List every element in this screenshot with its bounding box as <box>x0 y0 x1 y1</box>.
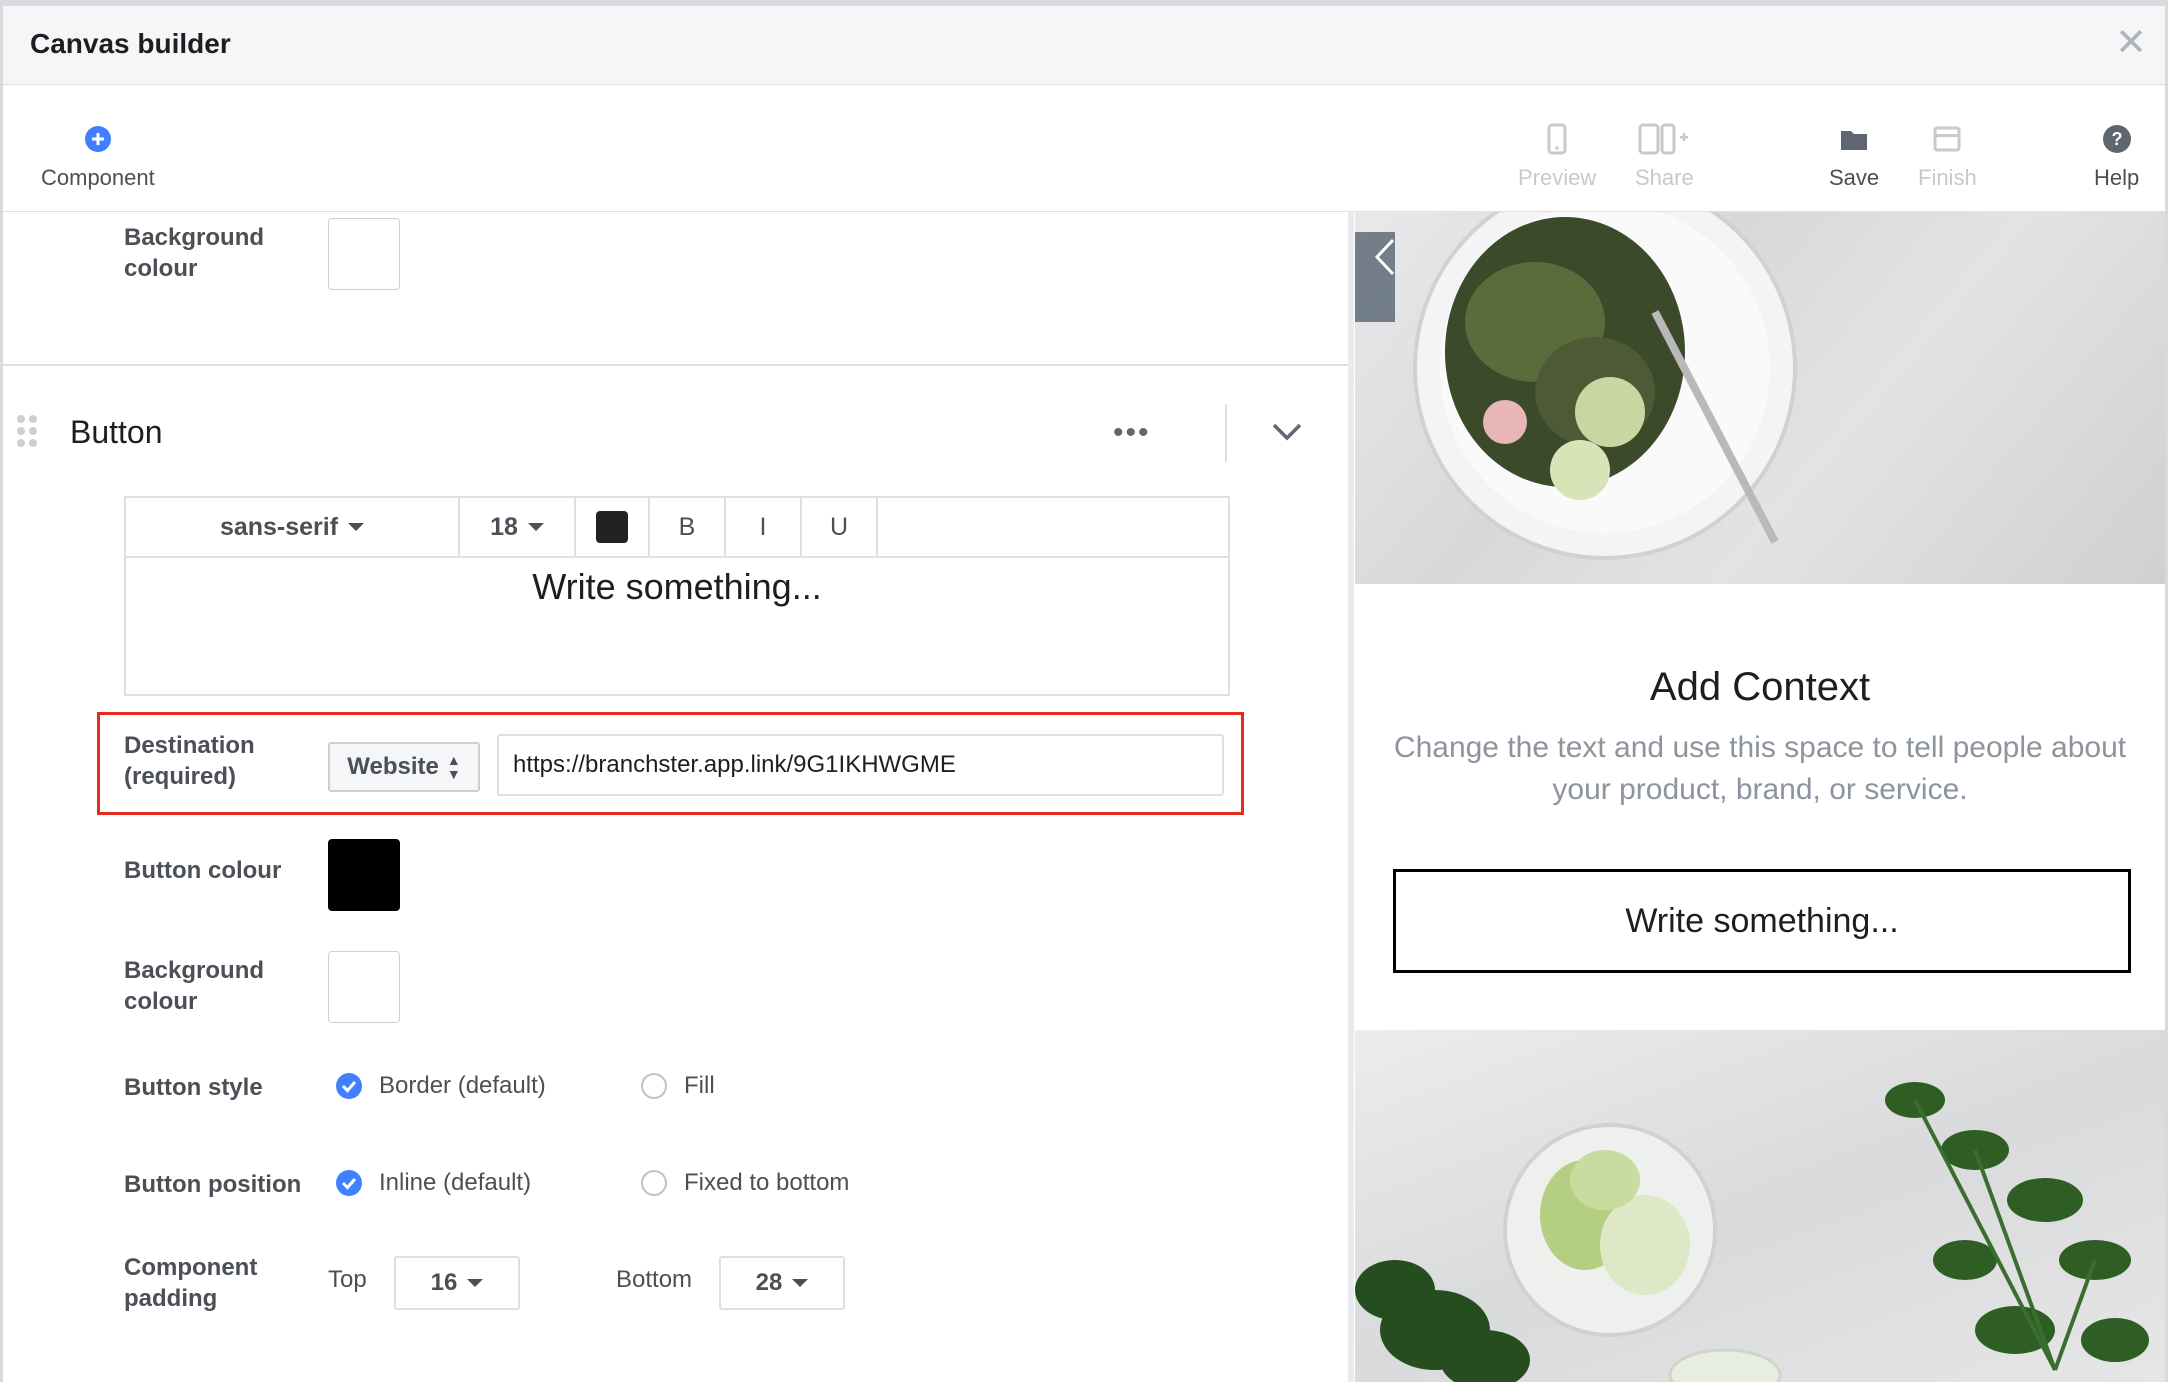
herbs-bowl-image <box>1355 1030 2165 1382</box>
component-label: Component <box>41 165 155 190</box>
padding-bottom-label: Bottom <box>616 1266 693 1293</box>
folder-icon <box>1840 119 1868 159</box>
padding-top-label: Top <box>328 1266 367 1293</box>
chevron-left-icon[interactable] <box>1373 237 1397 282</box>
section-divider <box>3 364 1348 366</box>
canvas-builder-dialog: Canvas builder ✕ Component Preview Share <box>3 6 2165 1382</box>
preview-cta-button[interactable]: Write something... <box>1393 869 2131 973</box>
add-circle-icon <box>84 119 112 159</box>
background-colour-label: Background colour <box>124 957 265 1015</box>
padding-top-value: 16 <box>430 1269 458 1296</box>
caret-down-icon <box>527 523 544 531</box>
fill-option-label: Fill <box>684 1072 715 1099</box>
rich-text-editor: sans-serif 18 B I U Write something... <box>124 496 1230 696</box>
drag-handle-icon[interactable] <box>17 415 37 447</box>
background-colour-swatch[interactable] <box>328 951 400 1023</box>
font-size-value: 18 <box>490 512 518 541</box>
save-button[interactable]: Save <box>1829 119 1879 191</box>
chevron-down-icon[interactable] <box>1271 422 1303 447</box>
bold-label: B <box>678 512 696 541</box>
close-icon[interactable]: ✕ <box>2115 24 2147 62</box>
text-color-button[interactable] <box>576 498 650 556</box>
checkmark-icon <box>341 1081 357 1093</box>
bold-button[interactable]: B <box>650 498 726 556</box>
sort-arrows-icon: ▲ ▼ <box>446 752 461 782</box>
italic-label: I <box>759 512 767 541</box>
preview-panel: Add Context Change the text and use this… <box>1355 212 2165 1382</box>
toolbar-divider <box>1225 404 1227 462</box>
section-title: Button <box>70 414 163 450</box>
inline-option-label: Inline (default) <box>379 1169 532 1196</box>
svg-text:?: ? <box>2111 129 2122 149</box>
radio-fixed-bottom[interactable] <box>641 1170 667 1196</box>
button-position-label: Button position <box>124 1171 302 1198</box>
preview-cta-label: Write something... <box>1625 901 1899 940</box>
destination-url-input[interactable] <box>497 734 1224 796</box>
phone-icon <box>1547 119 1567 159</box>
toolbar: Component Preview Share Save Finish ? He… <box>3 85 2165 212</box>
padding-top-select[interactable]: 16 <box>394 1256 520 1310</box>
top-background-label: Background colour <box>124 224 265 282</box>
top-background-swatch[interactable] <box>328 218 400 290</box>
underline-label: U <box>829 512 849 541</box>
help-button[interactable]: ? Help <box>2094 119 2139 191</box>
button-style-label: Button style <box>124 1074 263 1101</box>
editor-panel: Background colour Button ••• sans-serif … <box>3 212 1354 1382</box>
dialog-title: Canvas builder <box>30 28 231 59</box>
font-family-value: sans-serif <box>219 512 339 541</box>
share-label: Share <box>1635 165 1694 190</box>
destination-label: Destination (required) <box>124 732 255 790</box>
share-device-icon <box>1638 119 1690 159</box>
font-family-select[interactable]: sans-serif <box>126 498 460 556</box>
finish-button[interactable]: Finish <box>1918 119 1977 191</box>
radio-fill[interactable] <box>641 1073 667 1099</box>
italic-button[interactable]: I <box>726 498 802 556</box>
rte-content: Write something... <box>532 566 822 607</box>
preview-button[interactable]: Preview <box>1518 119 1596 191</box>
button-colour-label: Button colour <box>124 857 282 884</box>
window-icon <box>1933 119 1961 159</box>
help-icon: ? <box>2102 119 2132 159</box>
checkmark-icon <box>341 1178 357 1190</box>
preview-body-text: Change the text and use this space to te… <box>1393 731 2127 806</box>
caret-down-icon <box>348 523 365 531</box>
rte-toolbar: sans-serif 18 B I U <box>126 498 1228 558</box>
border-option-label: Border (default) <box>379 1072 546 1099</box>
preview-label: Preview <box>1518 165 1597 190</box>
padding-bottom-value: 28 <box>755 1269 783 1296</box>
button-colour-swatch[interactable] <box>328 839 400 911</box>
title-bar: Canvas builder ✕ <box>3 6 2165 85</box>
fixed-bottom-option-label: Fixed to bottom <box>684 1169 850 1196</box>
rte-content-area[interactable]: Write something... <box>126 558 1228 692</box>
destination-type-select[interactable]: Website ▲ ▼ <box>328 742 480 792</box>
finish-label: Finish <box>1918 165 1977 190</box>
destination-type-value: Website <box>347 753 439 780</box>
text-color-swatch <box>596 511 628 543</box>
radio-border-selected[interactable] <box>336 1073 362 1099</box>
caret-down-icon <box>792 1279 809 1287</box>
share-button[interactable]: Share <box>1635 119 1694 191</box>
font-size-select[interactable]: 18 <box>460 498 576 556</box>
component-button[interactable]: Component <box>41 119 155 191</box>
underline-button[interactable]: U <box>802 498 878 556</box>
preview-heading: Add Context <box>1649 665 1871 709</box>
caret-down-icon <box>467 1279 484 1287</box>
salad-plate-image <box>1355 212 2165 584</box>
more-options-icon[interactable]: ••• <box>1113 416 1151 450</box>
component-padding-label: Component padding <box>124 1254 258 1312</box>
padding-bottom-select[interactable]: 28 <box>719 1256 845 1310</box>
save-label: Save <box>1829 165 1880 190</box>
help-label: Help <box>2094 165 2140 190</box>
radio-inline-selected[interactable] <box>336 1170 362 1196</box>
